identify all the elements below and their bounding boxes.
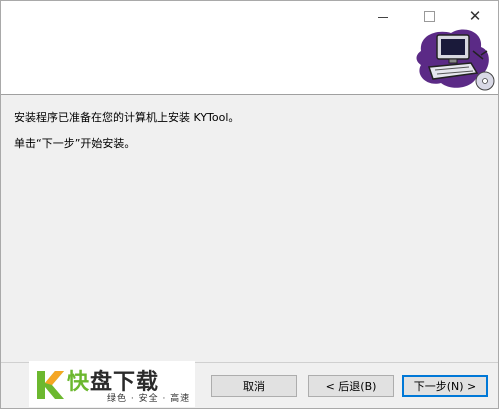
- cancel-button[interactable]: 取消: [211, 375, 297, 397]
- maximize-icon: [423, 10, 435, 22]
- watermark-title-first: 快: [67, 370, 91, 395]
- instruction-message: 单击“下一步”开始安装。: [14, 137, 136, 150]
- back-button[interactable]: < 后退(B): [308, 375, 394, 397]
- wizard-content: 安装程序已准备在您的计算机上安装 KYTool。 单击“下一步”开始安装。: [1, 95, 498, 360]
- installer-window: ✕ 安装程序已准备在您的计算机上安装 KYTool。 单击“下一步”开始安装。: [0, 0, 499, 409]
- watermark-logo: 快盘下载 绿色 · 安全 · 高速: [29, 361, 195, 407]
- wizard-header: [1, 29, 498, 95]
- kuaipan-logo-icon: [31, 367, 67, 403]
- minimize-icon: [378, 16, 388, 18]
- ready-message: 安装程序已准备在您的计算机上安装 KYTool。: [14, 111, 240, 124]
- minimize-button[interactable]: [360, 1, 406, 31]
- computer-install-icon: [416, 29, 495, 91]
- next-button[interactable]: 下一步(N) >: [402, 375, 488, 397]
- watermark-slogan: 绿色 · 安全 · 高速: [107, 394, 191, 404]
